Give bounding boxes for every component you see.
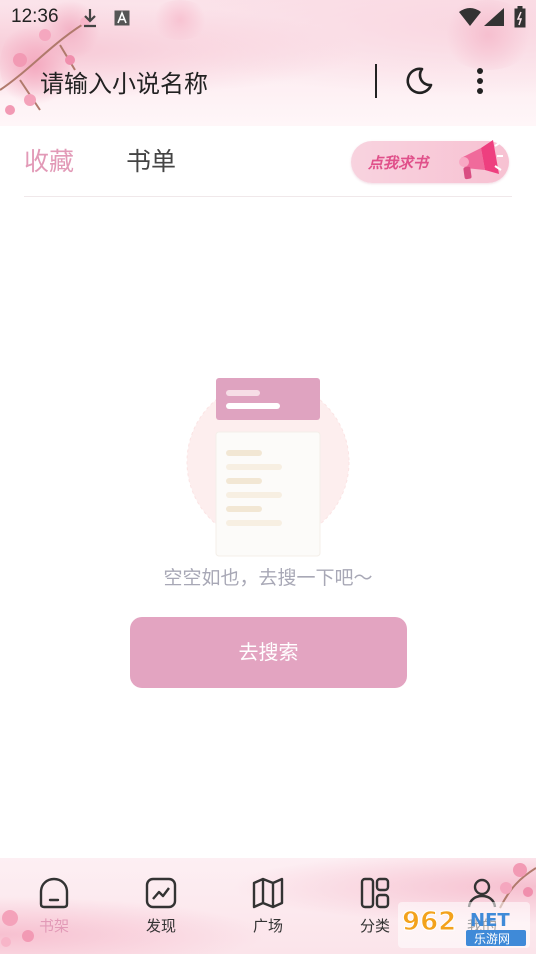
night-mode-icon[interactable] <box>404 66 434 96</box>
category-icon <box>360 877 390 909</box>
map-icon <box>252 877 284 909</box>
empty-state-message: 空空如也，去搜一下吧～ <box>163 567 373 589</box>
download-icon <box>84 9 96 28</box>
tabs-divider <box>24 196 512 197</box>
search-input[interactable]: 请输入小说名称 <box>40 64 208 99</box>
status-time: 12:36 <box>11 6 59 27</box>
nav-item-bookshelf[interactable]: 书架 <box>19 876 89 936</box>
nav-item-square[interactable]: 广场 <box>233 876 303 936</box>
more-options-icon[interactable] <box>470 66 490 96</box>
cellular-signal-icon <box>484 8 504 26</box>
search-cursor <box>375 64 377 98</box>
go-search-button[interactable]: 去搜索 <box>130 617 407 688</box>
wifi-icon <box>459 8 481 26</box>
tab-booklist[interactable]: 书单 <box>126 142 176 178</box>
nav-label-square: 广场 <box>252 917 283 935</box>
request-book-label: 点我求书 <box>368 154 429 172</box>
battery-icon <box>514 6 526 28</box>
watermark-logo: 962 NET 乐游网 <box>398 902 530 948</box>
svg-text:962: 962 <box>402 907 456 937</box>
nav-label-bookshelf: 书架 <box>38 917 69 935</box>
empty-state-illustration <box>186 378 350 557</box>
bookshelf-icon <box>39 877 69 909</box>
svg-text:NET: NET <box>470 910 510 931</box>
tab-favorites[interactable]: 收藏 <box>24 142 74 178</box>
trend-icon <box>145 877 177 909</box>
nav-label-discover: 发现 <box>145 917 176 935</box>
status-bar: 12:36 <box>0 0 536 36</box>
nav-item-discover[interactable]: 发现 <box>126 876 196 936</box>
svg-text:乐游网: 乐游网 <box>474 932 510 946</box>
megaphone-icon <box>459 140 503 180</box>
app-notification-icon <box>114 10 130 26</box>
